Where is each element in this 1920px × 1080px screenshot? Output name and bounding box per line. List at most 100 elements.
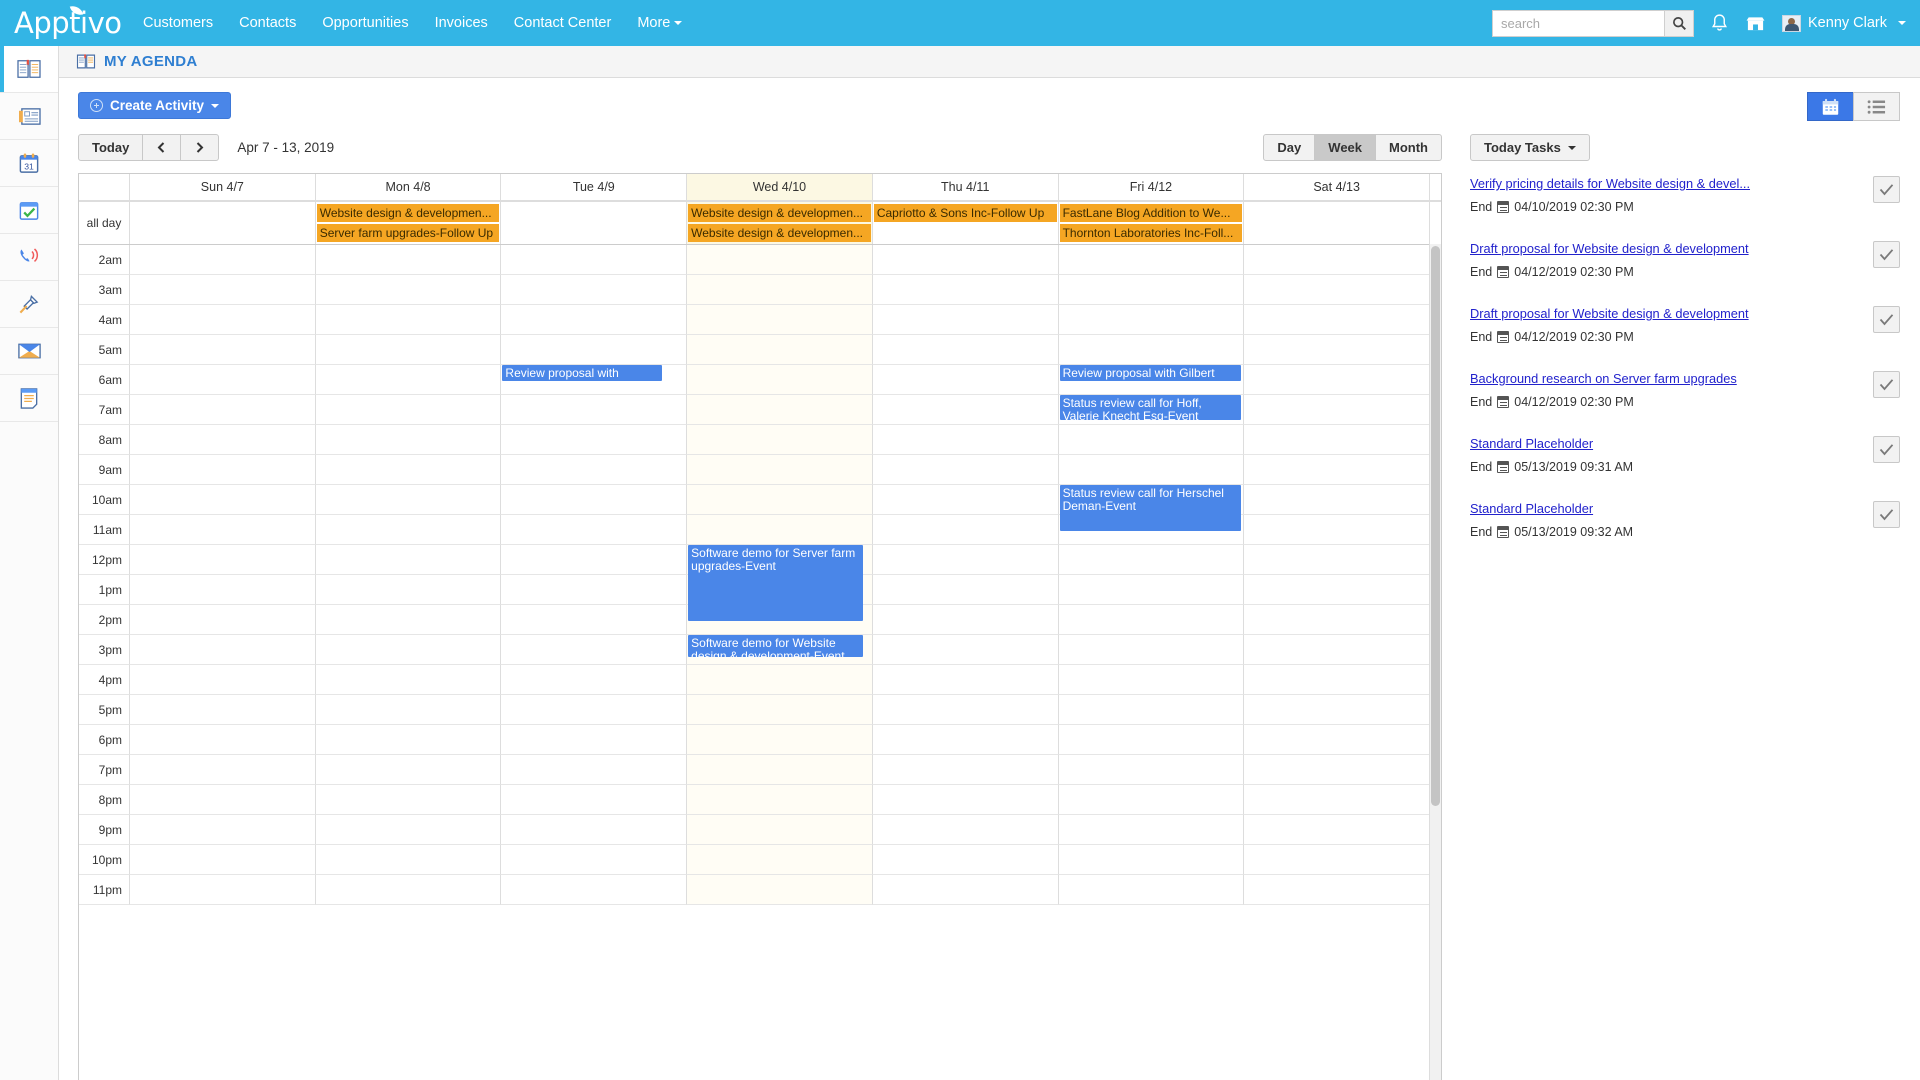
time-slot-fri[interactable] — [1057, 455, 1244, 485]
nav-item-more[interactable]: More — [624, 9, 695, 37]
all-day-event[interactable]: Website design & developmen... — [316, 204, 500, 222]
time-slot-wed[interactable] — [686, 275, 872, 305]
time-slot-sat[interactable] — [1243, 695, 1429, 725]
time-slot-sun[interactable] — [129, 545, 315, 575]
time-slot-tue[interactable] — [500, 605, 687, 635]
time-slot-mon[interactable] — [314, 695, 501, 725]
sidebar-item-calendar[interactable]: 31 — [0, 140, 58, 187]
sidebar-item-calls[interactable] — [0, 234, 58, 281]
calendar-event[interactable]: Status review call for Herschel Deman-Ev… — [1059, 485, 1242, 531]
time-slot-wed[interactable] — [686, 365, 872, 395]
all-day-cell-tue[interactable] — [500, 202, 687, 244]
search-button[interactable] — [1664, 9, 1695, 37]
time-slot-wed[interactable] — [686, 845, 872, 875]
time-slot-sat[interactable] — [1243, 605, 1429, 635]
time-slot-sun[interactable] — [129, 725, 315, 755]
time-slot-thu[interactable] — [871, 275, 1058, 305]
all-day-cell-mon[interactable]: Website design & developmen... Server fa… — [314, 202, 501, 244]
nav-item-contacts[interactable]: Contacts — [226, 9, 309, 37]
time-slot-sun[interactable] — [129, 305, 315, 335]
time-slot-sat[interactable] — [1243, 845, 1429, 875]
time-slot-fri[interactable] — [1057, 575, 1244, 605]
calendar-event[interactable]: Software demo for Server farm upgrades-E… — [688, 545, 863, 621]
time-slot-sat[interactable] — [1243, 335, 1429, 365]
time-slot-sat[interactable] — [1243, 455, 1429, 485]
complete-task-button[interactable] — [1873, 176, 1900, 203]
time-slot-tue[interactable] — [500, 665, 687, 695]
time-slot-sun[interactable] — [129, 845, 315, 875]
time-slot-tue[interactable] — [500, 785, 687, 815]
search-input[interactable] — [1492, 9, 1665, 37]
time-slot-sat[interactable] — [1243, 755, 1429, 785]
time-slot-thu[interactable] — [871, 395, 1058, 425]
time-slot-tue[interactable] — [500, 515, 687, 545]
all-day-cell-wed[interactable]: Website design & developmen... Website d… — [686, 202, 872, 244]
calendar-view-button[interactable] — [1807, 92, 1854, 121]
time-slot-mon[interactable] — [314, 605, 501, 635]
complete-task-button[interactable] — [1873, 371, 1900, 398]
time-slot-wed[interactable] — [686, 515, 872, 545]
all-day-event[interactable]: Website design & developmen... — [688, 224, 871, 242]
time-slot-wed[interactable] — [686, 455, 872, 485]
time-slot-wed[interactable] — [686, 785, 872, 815]
nav-item-customers[interactable]: Customers — [130, 9, 226, 37]
time-slot-sat[interactable] — [1243, 665, 1429, 695]
time-slot-fri[interactable] — [1057, 785, 1244, 815]
calendar-event[interactable]: Review proposal with — [502, 365, 663, 381]
all-day-event[interactable]: Website design & developmen... — [688, 204, 871, 222]
time-slot-thu[interactable] — [871, 365, 1058, 395]
time-slot-fri[interactable] — [1057, 335, 1244, 365]
time-slot-sat[interactable] — [1243, 785, 1429, 815]
time-slot-fri[interactable] — [1057, 305, 1244, 335]
complete-task-button[interactable] — [1873, 241, 1900, 268]
time-slot-tue[interactable] — [500, 275, 687, 305]
sidebar-item-pins[interactable] — [0, 281, 58, 328]
time-slot-wed[interactable]: Software demo for Server farm upgrades-E… — [686, 545, 872, 621]
time-slot-fri[interactable]: Review proposal with Gilbert — [1057, 365, 1244, 395]
time-slot-fri[interactable] — [1057, 425, 1244, 455]
time-slot-sat[interactable] — [1243, 575, 1429, 605]
time-slot-wed[interactable] — [686, 815, 872, 845]
time-slot-mon[interactable] — [314, 845, 501, 875]
time-slot-thu[interactable] — [871, 455, 1058, 485]
previous-week-button[interactable] — [142, 134, 182, 161]
time-slot-mon[interactable] — [314, 395, 501, 425]
time-slot-sun[interactable] — [129, 875, 315, 905]
time-slot-mon[interactable] — [314, 245, 501, 275]
time-slot-mon[interactable] — [314, 455, 501, 485]
time-slot-tue[interactable] — [500, 305, 687, 335]
all-day-cell-sat[interactable] — [1243, 202, 1429, 244]
time-slot-sat[interactable] — [1243, 815, 1429, 845]
time-slot-mon[interactable] — [314, 275, 501, 305]
time-slot-wed[interactable] — [686, 875, 872, 905]
today-tasks-dropdown[interactable]: Today Tasks — [1470, 134, 1590, 161]
create-activity-button[interactable]: Create Activity — [78, 92, 232, 119]
time-slot-thu[interactable] — [871, 845, 1058, 875]
view-week-button[interactable]: Week — [1314, 134, 1377, 161]
task-title-link[interactable]: Standard Placeholder — [1470, 436, 1863, 451]
time-slot-thu[interactable] — [871, 485, 1058, 515]
sidebar-item-tasks[interactable] — [0, 187, 58, 234]
all-day-cell-fri[interactable]: FastLane Blog Addition to We... Thornton… — [1057, 202, 1244, 244]
time-slot-thu[interactable] — [871, 245, 1058, 275]
time-slot-thu[interactable] — [871, 635, 1058, 665]
time-slot-wed[interactable] — [686, 245, 872, 275]
sidebar-item-notes[interactable] — [0, 375, 58, 422]
time-slot-tue[interactable] — [500, 575, 687, 605]
all-day-cell-thu[interactable]: Capriotto & Sons Inc-Follow Up — [871, 202, 1058, 244]
time-slot-sat[interactable] — [1243, 425, 1429, 455]
view-month-button[interactable]: Month — [1375, 134, 1442, 161]
time-slot-fri[interactable] — [1057, 665, 1244, 695]
time-slot-sat[interactable] — [1243, 275, 1429, 305]
all-day-event[interactable]: Server farm upgrades-Follow Up — [316, 224, 500, 242]
time-slot-thu[interactable] — [871, 695, 1058, 725]
time-slot-fri[interactable] — [1057, 245, 1244, 275]
time-slot-tue[interactable] — [500, 845, 687, 875]
time-slot-sat[interactable] — [1243, 545, 1429, 575]
all-day-event[interactable]: Capriotto & Sons Inc-Follow Up — [873, 204, 1057, 222]
time-slot-tue[interactable] — [500, 815, 687, 845]
time-slot-tue[interactable] — [500, 725, 687, 755]
time-slot-sun[interactable] — [129, 425, 315, 455]
time-slot-tue[interactable] — [500, 635, 687, 665]
complete-task-button[interactable] — [1873, 306, 1900, 333]
